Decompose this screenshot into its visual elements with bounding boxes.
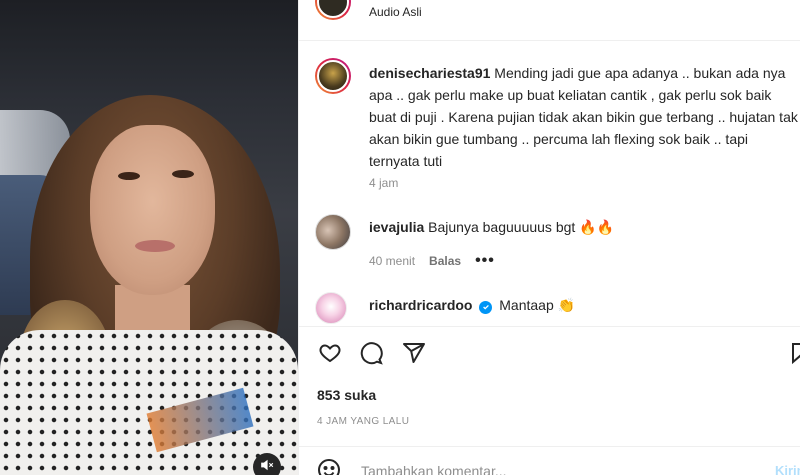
eye [118,172,140,180]
divider [299,40,800,41]
reply-button[interactable]: Balas [429,254,461,268]
heart-icon [318,341,342,370]
comment-username[interactable]: ievajulia [369,219,424,235]
comment-time[interactable]: 40 menit [369,254,415,268]
caption: denisechariesta91 Mending jadi gue apa a… [315,58,800,198]
post-side-panel: Audio Asli denisechariesta91 Mending jad… [298,0,800,475]
face [90,125,215,295]
author-avatar[interactable] [315,0,351,20]
author-avatar[interactable] [315,58,351,94]
comment-input[interactable] [361,460,741,475]
comment-body: ievajulia Bajunya baguuuuus bgt 🔥🔥 [369,216,800,238]
divider [299,446,800,447]
speaker-muted-icon [260,458,274,475]
comment-body: richardricardoo Mantaap 👏 [369,294,800,316]
mute-button[interactable] [253,453,281,475]
save-button[interactable] [787,342,800,368]
add-comment-bar: Kirim [299,448,800,475]
comment-meta: 40 menit Balas ••• [369,252,495,270]
caption-time[interactable]: 4 jam [369,176,398,190]
share-button[interactable] [401,342,427,368]
like-button[interactable] [317,342,343,368]
comment-item: ievajulia Bajunya baguuuuus bgt 🔥🔥 40 me… [315,214,800,274]
comment-icon [359,341,383,370]
commenter-avatar[interactable] [315,292,347,324]
caption-body: denisechariesta91 Mending jadi gue apa a… [369,62,800,172]
caption-username[interactable]: denisechariesta91 [369,65,490,81]
emoji-picker-icon[interactable] [317,458,343,475]
fire-emoji: 🔥🔥 [579,219,615,235]
likes-count[interactable]: 853 suka [317,387,376,403]
bookmark-icon [788,341,800,370]
clap-emoji: 👏 [557,297,576,313]
comment-text: Mantaap [499,297,554,313]
divider [299,326,800,327]
eye [172,170,194,178]
verified-badge-icon [479,300,493,314]
lips [135,240,175,252]
action-bar [317,341,800,370]
audio-label[interactable]: Audio Asli [369,5,422,19]
more-options-icon[interactable]: ••• [475,252,495,270]
share-icon [402,341,426,370]
comment-button[interactable] [358,341,384,370]
post-header: Audio Asli [299,0,800,26]
comment-username[interactable]: richardricardoo [369,297,472,313]
post-comment-button[interactable]: Kirim [775,463,800,475]
patterned-shirt [0,330,298,475]
post-timestamp[interactable]: 4 JAM YANG LALU [317,416,409,427]
comment-text: Bajunya baguuuuus bgt [428,219,576,235]
commenter-avatar[interactable] [315,214,351,250]
caption-meta: 4 jam [369,176,398,190]
video-player[interactable] [0,0,298,475]
